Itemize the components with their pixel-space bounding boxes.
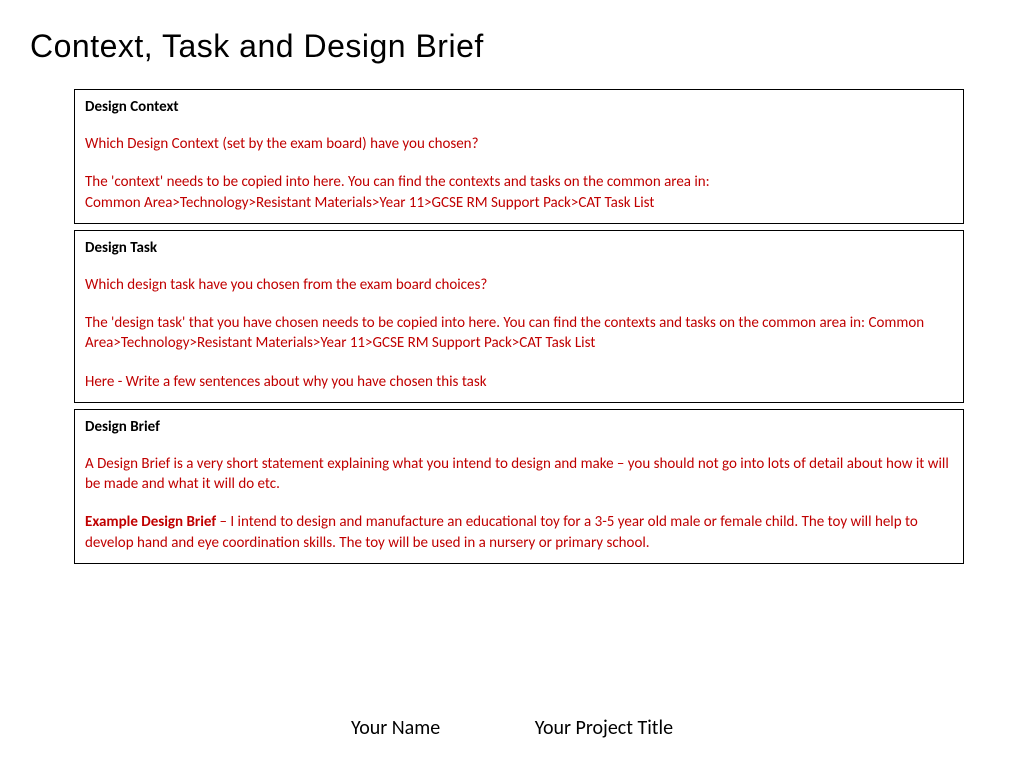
footer-project-title: Your Project Title <box>535 716 673 740</box>
design-context-instruction: The 'context' needs to be copied into he… <box>85 172 953 213</box>
design-context-question: Which Design Context (set by the exam bo… <box>85 134 953 154</box>
footer-name: Your Name <box>351 716 440 740</box>
design-context-heading: Design Context <box>85 98 953 116</box>
design-task-body: Which design task have you chosen from t… <box>85 275 953 392</box>
design-task-heading: Design Task <box>85 239 953 257</box>
design-task-instruction: The 'design task' that you have chosen n… <box>85 313 953 354</box>
boxes-container: Design Context Which Design Context (set… <box>0 65 1024 564</box>
footer: Your Name Your Project Title <box>0 716 1024 740</box>
design-brief-heading: Design Brief <box>85 418 953 436</box>
design-task-note: Here - Write a few sentences about why y… <box>85 372 953 392</box>
design-task-question: Which design task have you chosen from t… <box>85 275 953 295</box>
design-brief-example-label: Example Design Brief <box>85 513 216 531</box>
design-brief-box: Design Brief A Design Brief is a very sh… <box>74 409 964 564</box>
design-brief-body: A Design Brief is a very short statement… <box>85 454 953 553</box>
design-brief-example: Example Design Brief – I intend to desig… <box>85 512 953 553</box>
design-task-box: Design Task Which design task have you c… <box>74 230 964 403</box>
design-context-box: Design Context Which Design Context (set… <box>74 89 964 224</box>
design-context-instruction-line2: Common Area>Technology>Resistant Materia… <box>85 194 654 212</box>
design-brief-description: A Design Brief is a very short statement… <box>85 454 953 495</box>
design-context-body: Which Design Context (set by the exam bo… <box>85 134 953 213</box>
page-title: Context, Task and Design Brief <box>0 0 1024 65</box>
design-context-instruction-line1: The 'context' needs to be copied into he… <box>85 173 710 191</box>
